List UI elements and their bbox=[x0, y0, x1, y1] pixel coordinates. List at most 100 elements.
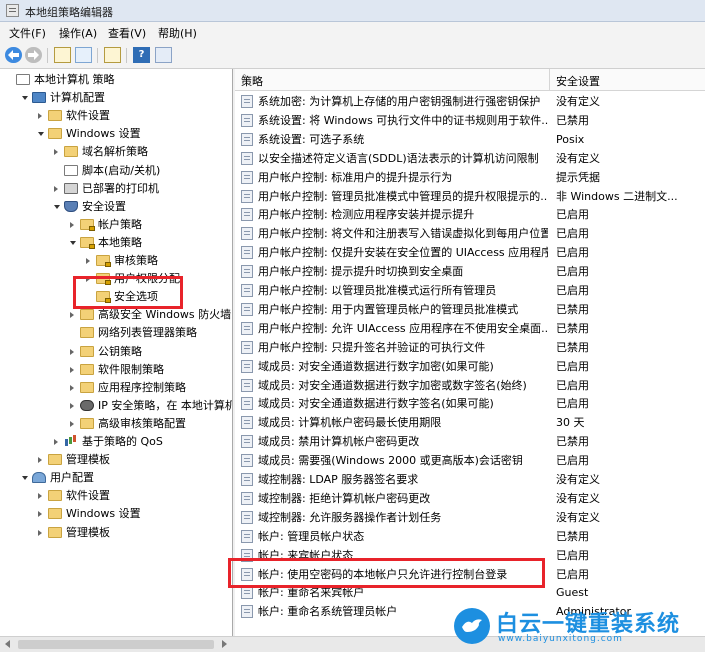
tree-item[interactable]: 计算机配置 bbox=[0, 89, 232, 107]
tree-item[interactable]: 域名解析策略 bbox=[0, 143, 232, 161]
scroll-left-icon[interactable] bbox=[5, 640, 10, 648]
scrollbar-thumb[interactable] bbox=[18, 640, 214, 649]
policy-row[interactable]: 域成员: 禁用计算机帐户密码更改 已禁用 bbox=[235, 432, 705, 451]
collapsed-arrow-icon[interactable] bbox=[70, 402, 74, 409]
collapsed-arrow-icon[interactable] bbox=[38, 529, 42, 536]
policy-row[interactable]: 用户帐户控制: 标准用户的提升提示行为 提示凭据 bbox=[235, 168, 705, 187]
tree-pane[interactable]: 本地计算机 策略 计算机配置 软件设置 Windows 设置 域名解析策略 脚本(启动/关… bbox=[0, 69, 233, 636]
expanded-arrow-icon[interactable] bbox=[70, 240, 76, 245]
folder-icon bbox=[80, 327, 94, 339]
collapsed-arrow-icon[interactable] bbox=[38, 493, 42, 500]
tree-item[interactable]: 脚本(启动/关机) bbox=[0, 162, 232, 180]
policy-row[interactable]: 以安全描述符定义语言(SDDL)语法表示的计算机访问限制 没有定义 bbox=[235, 149, 705, 168]
tree-item[interactable]: 软件设置 bbox=[0, 487, 232, 505]
policy-setting-value: 已禁用 bbox=[556, 340, 589, 354]
show-hide-tree-icon[interactable] bbox=[75, 47, 92, 63]
policy-row[interactable]: 域控制器: 拒绝计算机帐户密码更改 没有定义 bbox=[235, 489, 705, 508]
policy-row[interactable]: 域成员: 对安全通道数据进行数字加密(如果可能) 已启用 bbox=[235, 357, 705, 376]
tree-item[interactable]: 基于策略的 QoS bbox=[0, 433, 232, 451]
policy-setting-value: 已禁用 bbox=[556, 435, 589, 449]
tree-item[interactable]: 本地计算机 策略 bbox=[0, 71, 232, 89]
policy-row[interactable]: 域成员: 需要强(Windows 2000 或更高版本)会话密钥 已启用 bbox=[235, 451, 705, 470]
collapsed-arrow-icon[interactable] bbox=[38, 113, 42, 120]
policy-row[interactable]: 域成员: 对安全通道数据进行数字签名(如果可能) 已启用 bbox=[235, 394, 705, 413]
collapsed-arrow-icon[interactable] bbox=[38, 511, 42, 518]
help-icon[interactable]: ? bbox=[133, 47, 150, 63]
column-header-setting[interactable]: 安全设置 bbox=[556, 73, 600, 89]
tree-item[interactable]: Windows 设置 bbox=[0, 125, 232, 143]
collapsed-arrow-icon[interactable] bbox=[54, 439, 58, 445]
policy-row[interactable]: 用户帐户控制: 将文件和注册表写入错误虚拟化到每用户位置 已启用 bbox=[235, 224, 705, 243]
expanded-arrow-icon[interactable] bbox=[22, 476, 28, 481]
policy-row[interactable]: 域控制器: 允许服务器操作者计划任务 没有定义 bbox=[235, 508, 705, 527]
collapsed-arrow-icon[interactable] bbox=[70, 348, 74, 355]
collapsed-arrow-icon[interactable] bbox=[70, 384, 74, 391]
menu-action[interactable]: 操作(A) bbox=[59, 25, 97, 41]
menu-view[interactable]: 查看(V) bbox=[108, 25, 146, 41]
expanded-arrow-icon[interactable] bbox=[38, 132, 44, 137]
policy-row[interactable]: 用户帐户控制: 以管理员批准模式运行所有管理员 已启用 bbox=[235, 281, 705, 300]
expanded-arrow-icon[interactable] bbox=[54, 204, 60, 209]
tree-item[interactable]: 管理模板 bbox=[0, 524, 232, 542]
tree-item-label: 网络列表管理器策略 bbox=[98, 326, 197, 340]
watermark-url: www.baiyunxitong.com bbox=[498, 634, 623, 644]
policy-row[interactable]: 域成员: 计算机帐户密码最长使用期限 30 天 bbox=[235, 413, 705, 432]
collapsed-arrow-icon[interactable] bbox=[38, 457, 42, 464]
menu-file[interactable]: 文件(F) bbox=[9, 25, 46, 41]
policy-setting-value: 已启用 bbox=[556, 208, 589, 222]
back-icon[interactable] bbox=[5, 47, 22, 63]
policy-row[interactable]: 用户帐户控制: 提示提升时切换到安全桌面 已启用 bbox=[235, 262, 705, 281]
tree-item[interactable]: 应用程序控制策略 bbox=[0, 379, 232, 397]
tree-item[interactable]: 软件设置 bbox=[0, 107, 232, 125]
tree-item[interactable]: 用户配置 bbox=[0, 469, 232, 487]
column-header-policy[interactable]: 策略 ^ bbox=[235, 69, 550, 90]
tree-item[interactable]: 管理模板 bbox=[0, 451, 232, 469]
policy-row[interactable]: 域成员: 对安全通道数据进行数字加密或数字签名(始终) 已启用 bbox=[235, 376, 705, 395]
collapsed-arrow-icon[interactable] bbox=[70, 420, 74, 427]
collapsed-arrow-icon[interactable] bbox=[70, 221, 74, 228]
policy-name: 用户帐户控制: 提示提升时切换到安全桌面 bbox=[258, 265, 464, 279]
menu-help[interactable]: 帮助(H) bbox=[158, 25, 197, 41]
expanded-arrow-icon[interactable] bbox=[22, 96, 28, 101]
collapsed-arrow-icon[interactable] bbox=[70, 312, 74, 319]
forward-icon[interactable] bbox=[25, 47, 42, 63]
tree-item[interactable]: 高级审核策略配置 bbox=[0, 415, 232, 433]
policy-row[interactable]: 用户帐户控制: 检测应用程序安装并提示提升 已启用 bbox=[235, 205, 705, 224]
collapsed-arrow-icon[interactable] bbox=[54, 185, 58, 192]
policy-row[interactable]: 域控制器: LDAP 服务器签名要求 没有定义 bbox=[235, 470, 705, 489]
tree-item[interactable]: Windows 设置 bbox=[0, 505, 232, 523]
tree-item-label: IP 安全策略，在 本地计算机 bbox=[98, 398, 233, 412]
policy-setting-value: 已启用 bbox=[556, 397, 589, 411]
tree-item[interactable]: IP 安全策略，在 本地计算机 bbox=[0, 397, 233, 415]
policy-setting-icon bbox=[241, 189, 253, 203]
policy-name: 域控制器: 拒绝计算机帐户密码更改 bbox=[258, 491, 431, 505]
policy-row[interactable]: 用户帐户控制: 只提升签名并验证的可执行文件 已禁用 bbox=[235, 338, 705, 357]
tree-item[interactable]: 软件限制策略 bbox=[0, 361, 232, 379]
tree-item[interactable]: 帐户策略 bbox=[0, 216, 232, 234]
toolbar-separator bbox=[97, 48, 98, 63]
tree-item[interactable]: 已部署的打印机 bbox=[0, 180, 232, 198]
export-list-icon[interactable] bbox=[104, 47, 121, 63]
tree-item[interactable]: 公钥策略 bbox=[0, 343, 232, 361]
policy-list-pane[interactable]: 策略 ^ 安全设置 系统加密: 为计算机上存储的用户密钥强制进行强密钥保护 没有定… bbox=[235, 69, 705, 636]
up-folder-icon[interactable] bbox=[54, 47, 71, 63]
policy-row[interactable]: 系统加密: 为计算机上存储的用户密钥强制进行强密钥保护 没有定义 bbox=[235, 92, 705, 111]
tree-item[interactable]: 审核策略 bbox=[0, 252, 232, 270]
policy-row[interactable]: 帐户: 管理员帐户状态 已禁用 bbox=[235, 527, 705, 546]
collapsed-arrow-icon[interactable] bbox=[86, 258, 90, 264]
policy-row[interactable]: 用户帐户控制: 管理员批准模式中管理员的提升权限提示的... 非 Windows … bbox=[235, 187, 705, 206]
collapsed-arrow-icon[interactable] bbox=[54, 149, 58, 156]
policy-row[interactable]: 系统设置: 可选子系统 Posix bbox=[235, 130, 705, 149]
folder-icon bbox=[48, 128, 62, 140]
policy-row[interactable]: 系统设置: 将 Windows 可执行文件中的证书规则用于软件... 已禁用 bbox=[235, 111, 705, 130]
tree-item[interactable]: 本地策略 bbox=[0, 234, 232, 252]
policy-name: 用户帐户控制: 将文件和注册表写入错误虚拟化到每用户位置 bbox=[258, 227, 548, 241]
tree-item[interactable]: 网络列表管理器策略 bbox=[0, 324, 232, 342]
policy-row[interactable]: 用户帐户控制: 仅提升安装在安全位置的 UIAccess 应用程序 已启用 bbox=[235, 243, 705, 262]
policy-row[interactable]: 用户帐户控制: 允许 UIAccess 应用程序在不使用安全桌面... 已禁用 bbox=[235, 319, 705, 338]
tree-item[interactable]: 安全设置 bbox=[0, 198, 232, 216]
policy-row[interactable]: 用户帐户控制: 用于内置管理员帐户的管理员批准模式 已禁用 bbox=[235, 300, 705, 319]
scroll-right-icon[interactable] bbox=[222, 640, 227, 648]
collapsed-arrow-icon[interactable] bbox=[70, 366, 74, 373]
properties-icon[interactable] bbox=[155, 47, 172, 63]
